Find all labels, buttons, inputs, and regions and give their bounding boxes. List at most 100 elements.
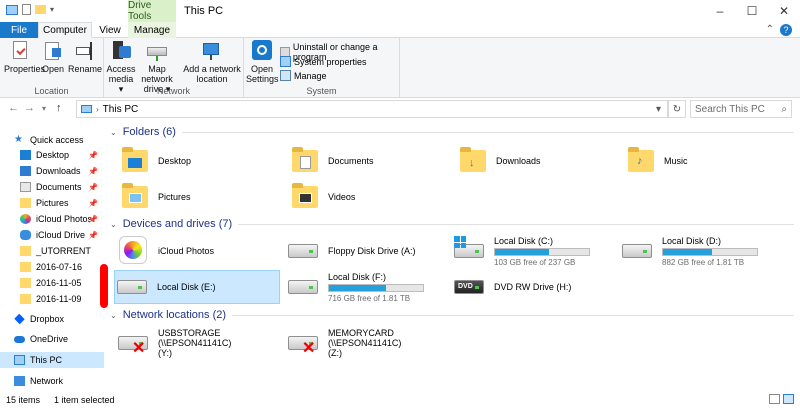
collapse-chevron-icon[interactable]: ⌄ bbox=[110, 128, 117, 137]
back-arrow-icon[interactable]: ← bbox=[8, 102, 19, 114]
customize-qat-icon[interactable]: ▾ bbox=[50, 5, 54, 14]
forward-arrow-icon[interactable]: → bbox=[24, 102, 35, 114]
nav-item-utorrent[interactable]: _UTORRENT bbox=[0, 243, 104, 259]
nav-item-dropbox[interactable]: Dropbox bbox=[0, 311, 104, 327]
drive-tile-floppy[interactable]: Floppy Disk Drive (A:) bbox=[286, 234, 450, 268]
search-placeholder: Search This PC bbox=[695, 103, 765, 115]
nav-item-downloads[interactable]: Downloads 📌 bbox=[0, 163, 104, 179]
collapse-chevron-icon[interactable]: ⌄ bbox=[110, 220, 117, 229]
close-button[interactable]: ✕ bbox=[768, 0, 800, 22]
this-pc-small-icon bbox=[6, 4, 18, 15]
drive-tile-h[interactable]: DVD DVD RW Drive (H:) bbox=[452, 270, 620, 304]
recent-locations-chevron-icon[interactable]: ▾ bbox=[42, 104, 46, 113]
tab-file[interactable]: File bbox=[0, 22, 38, 38]
network-drive-letter: (Z:) bbox=[328, 348, 342, 358]
pin-icon[interactable]: 📌 bbox=[88, 183, 98, 192]
nav-item-quick-access[interactable]: ★ Quick access bbox=[0, 132, 104, 148]
nav-item-documents[interactable]: Documents 📌 bbox=[0, 179, 104, 195]
nav-item-pictures[interactable]: Pictures 📌 bbox=[0, 195, 104, 211]
drive-free-space: 882 GB free of 1.81 TB bbox=[662, 257, 745, 267]
open-settings-button[interactable]: Open Settings bbox=[246, 40, 279, 84]
view-toggle bbox=[769, 394, 794, 404]
nav-item-desktop[interactable]: Desktop 📌 bbox=[0, 147, 104, 163]
pin-icon[interactable]: 📌 bbox=[88, 231, 98, 240]
large-icons-view-icon[interactable] bbox=[783, 394, 794, 404]
tab-view[interactable]: View bbox=[92, 22, 128, 38]
settings-gear-icon bbox=[251, 40, 273, 62]
location-group-label: Location bbox=[34, 86, 69, 96]
group-title: Network locations (2) bbox=[122, 309, 227, 321]
breadcrumb-this-pc[interactable]: This PC bbox=[103, 104, 139, 115]
nav-item-2016-07-16[interactable]: 2016-07-16 bbox=[0, 259, 104, 275]
drive-tile-icloud-photos[interactable]: iCloud Photos bbox=[116, 234, 280, 268]
properties-qat-icon[interactable] bbox=[22, 4, 31, 15]
pin-icon[interactable]: 📌 bbox=[88, 199, 98, 208]
tile-label: Desktop bbox=[158, 156, 192, 166]
search-input[interactable]: Search This PC ⌕ bbox=[690, 100, 792, 118]
open-label: Open bbox=[41, 64, 65, 74]
maximize-button[interactable]: ☐ bbox=[736, 0, 768, 22]
pin-icon[interactable]: 📌 bbox=[88, 151, 98, 160]
group-header-devices[interactable]: ⌄ Devices and drives (7) bbox=[110, 218, 794, 230]
nav-item-this-pc[interactable]: This PC bbox=[0, 352, 104, 368]
item-count: 15 items bbox=[6, 395, 41, 405]
drive-usage-bar bbox=[328, 283, 424, 292]
pin-icon[interactable]: 📌 bbox=[88, 167, 98, 176]
network-tile-usbstorage[interactable]: ✕ USBSTORAGE (\\EPSON41141C) (Y:) bbox=[116, 326, 286, 360]
videos-folder-icon bbox=[286, 182, 322, 212]
folder-tile-documents[interactable]: Documents bbox=[286, 144, 446, 178]
refresh-icon[interactable]: ↻ bbox=[668, 100, 686, 118]
icloud-photos-icon bbox=[20, 214, 31, 224]
drive-tile-c[interactable]: Local Disk (C:) 103 GB free of 237 GB bbox=[452, 234, 620, 268]
folder-tile-pictures[interactable]: Pictures bbox=[116, 180, 276, 214]
manage-button[interactable]: Manage bbox=[280, 70, 327, 81]
new-folder-qat-icon[interactable] bbox=[35, 5, 46, 14]
up-arrow-icon[interactable]: ↑ bbox=[56, 102, 62, 114]
open-button[interactable]: Open bbox=[40, 40, 66, 74]
collapse-chevron-icon[interactable]: ⌄ bbox=[110, 311, 117, 320]
group-header-network[interactable]: ⌄ Network locations (2) bbox=[110, 309, 794, 321]
network-tile-memorycard[interactable]: ✕ MEMORYCARD (\\EPSON41141C) (Z:) bbox=[286, 326, 466, 360]
hard-drive-icon bbox=[620, 236, 656, 266]
add-network-location-button[interactable]: Add a network location bbox=[182, 40, 242, 84]
drive-tile-f[interactable]: Local Disk (F:) 716 GB free of 1.81 TB bbox=[286, 270, 450, 304]
drive-name: Local Disk (F:) bbox=[328, 271, 387, 282]
hard-drive-icon bbox=[286, 272, 322, 302]
breadcrumb-separator-icon[interactable]: › bbox=[96, 105, 99, 114]
nav-item-2016-11-05[interactable]: 2016-11-05 bbox=[0, 275, 104, 291]
properties-icon bbox=[9, 40, 31, 62]
address-field[interactable]: › This PC bbox=[76, 100, 668, 118]
nav-item-icloud-photos[interactable]: iCloud Photos 📌 bbox=[0, 211, 104, 227]
group-header-folders[interactable]: ⌄ Folders (6) bbox=[110, 126, 794, 138]
tile-label: iCloud Photos bbox=[158, 246, 215, 256]
drive-tile-e[interactable]: Local Disk (E:) bbox=[114, 270, 280, 304]
details-view-icon[interactable] bbox=[769, 394, 780, 404]
network-drive-name: USBSTORAGE (\\EPSON41141C) bbox=[158, 328, 232, 348]
nav-label: Pictures bbox=[36, 198, 69, 208]
minimize-button[interactable]: – bbox=[704, 0, 736, 22]
nav-item-onedrive[interactable]: OneDrive bbox=[0, 331, 104, 347]
system-properties-label: System properties bbox=[294, 56, 367, 67]
tab-manage[interactable]: Manage bbox=[128, 22, 176, 38]
nav-item-2016-11-09[interactable]: 2016-11-09 bbox=[0, 291, 104, 307]
folder-tile-music[interactable]: ♪ Music bbox=[622, 144, 782, 178]
tile-label: Downloads bbox=[496, 156, 541, 166]
properties-button[interactable]: Properties bbox=[4, 40, 45, 74]
folder-tile-downloads[interactable]: ↓ Downloads bbox=[454, 144, 614, 178]
folder-icon bbox=[20, 262, 31, 272]
help-icon[interactable]: ? bbox=[780, 24, 792, 36]
drive-tile-d[interactable]: Local Disk (D:) 882 GB free of 1.81 TB bbox=[620, 234, 792, 268]
drive-name: Local Disk (C:) bbox=[494, 235, 554, 246]
rename-button[interactable]: Rename bbox=[68, 40, 102, 74]
pin-icon[interactable]: 📌 bbox=[88, 215, 98, 224]
folder-tile-desktop[interactable]: Desktop bbox=[116, 144, 276, 178]
nav-item-network[interactable]: Network bbox=[0, 373, 104, 389]
tab-computer[interactable]: Computer bbox=[38, 22, 92, 38]
system-properties-button[interactable]: System properties bbox=[280, 56, 367, 67]
folder-tile-videos[interactable]: Videos bbox=[286, 180, 446, 214]
access-media-icon bbox=[110, 40, 132, 62]
address-dropdown-icon[interactable]: ▾ bbox=[650, 100, 668, 118]
nav-label: 2016-11-05 bbox=[36, 278, 82, 288]
collapse-ribbon-icon[interactable]: ⌃ bbox=[766, 24, 774, 35]
nav-item-icloud-drive[interactable]: iCloud Drive 📌 bbox=[0, 227, 104, 243]
